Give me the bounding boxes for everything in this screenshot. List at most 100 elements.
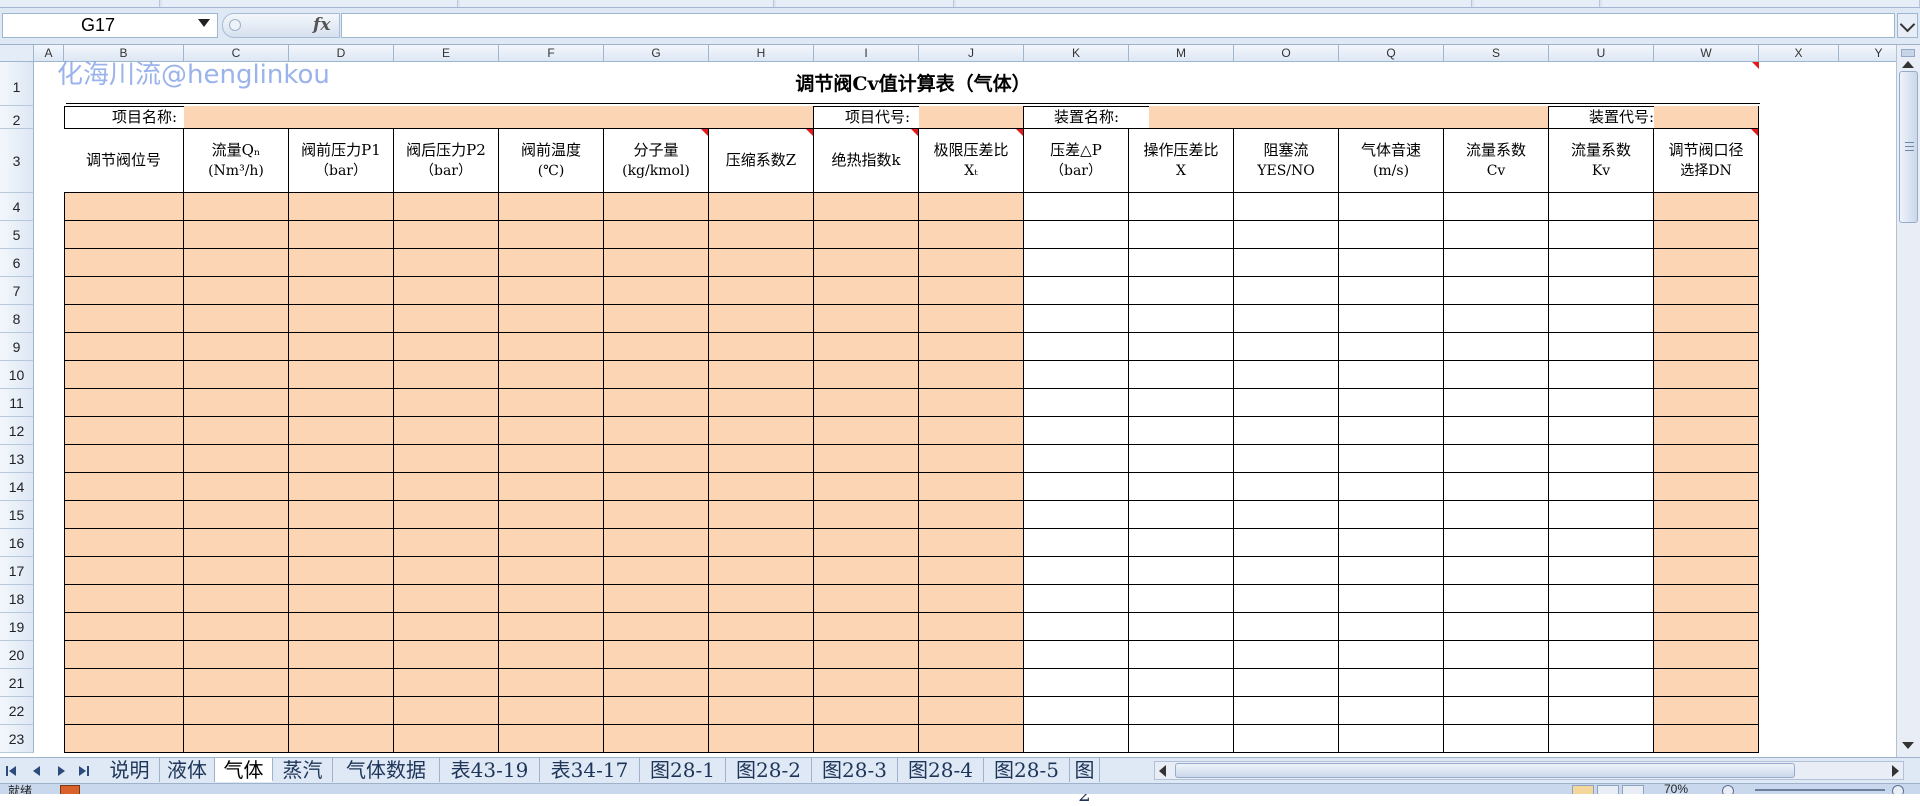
column-header-M[interactable]: M bbox=[1129, 45, 1234, 62]
table-cell[interactable] bbox=[1024, 305, 1129, 333]
table-cell[interactable] bbox=[289, 725, 394, 753]
table-cell[interactable] bbox=[709, 221, 814, 249]
table-cell[interactable] bbox=[499, 641, 604, 669]
table-cell[interactable] bbox=[289, 417, 394, 445]
table-cell[interactable] bbox=[1024, 333, 1129, 361]
column-header-I[interactable]: I bbox=[814, 45, 919, 62]
table-cell[interactable] bbox=[604, 529, 709, 557]
table-cell[interactable] bbox=[1024, 445, 1129, 473]
select-all-corner[interactable] bbox=[0, 45, 34, 62]
scroll-up-icon[interactable] bbox=[1902, 61, 1914, 68]
table-cell[interactable] bbox=[919, 585, 1024, 613]
table-cell[interactable] bbox=[184, 529, 289, 557]
table-cell[interactable] bbox=[709, 445, 814, 473]
table-cell[interactable] bbox=[1549, 417, 1654, 445]
table-cell[interactable] bbox=[1339, 585, 1444, 613]
table-cell[interactable] bbox=[394, 389, 499, 417]
table-cell[interactable] bbox=[1129, 641, 1234, 669]
table-cell[interactable] bbox=[1654, 417, 1759, 445]
table-cell[interactable] bbox=[919, 333, 1024, 361]
table-cell[interactable] bbox=[499, 277, 604, 305]
table-cell[interactable] bbox=[64, 725, 184, 753]
table-cell[interactable] bbox=[709, 389, 814, 417]
row-header-23[interactable]: 23 bbox=[0, 725, 34, 753]
table-cell[interactable] bbox=[64, 277, 184, 305]
table-cell[interactable] bbox=[919, 249, 1024, 277]
row-header-10[interactable]: 10 bbox=[0, 361, 34, 389]
row-header-17[interactable]: 17 bbox=[0, 557, 34, 585]
table-cell[interactable] bbox=[499, 221, 604, 249]
table-cell[interactable] bbox=[1234, 305, 1339, 333]
table-cell[interactable] bbox=[1444, 725, 1549, 753]
table-cell[interactable] bbox=[919, 557, 1024, 585]
table-cell[interactable] bbox=[814, 361, 919, 389]
table-cell[interactable] bbox=[919, 669, 1024, 697]
handle-icon[interactable] bbox=[229, 19, 241, 31]
table-cell[interactable] bbox=[604, 305, 709, 333]
zoom-slider[interactable] bbox=[1755, 789, 1885, 791]
table-cell[interactable] bbox=[1549, 193, 1654, 221]
table-cell[interactable] bbox=[1654, 613, 1759, 641]
table-cell[interactable] bbox=[1549, 529, 1654, 557]
table-cell[interactable] bbox=[604, 389, 709, 417]
project-code-field[interactable] bbox=[919, 106, 1024, 129]
table-cell[interactable] bbox=[1129, 361, 1234, 389]
table-cell[interactable] bbox=[1024, 697, 1129, 725]
table-cell[interactable] bbox=[394, 641, 499, 669]
table-cell[interactable] bbox=[289, 221, 394, 249]
table-cell[interactable] bbox=[604, 557, 709, 585]
sheet-tab[interactable]: 图28-2 bbox=[726, 758, 812, 782]
table-cell[interactable] bbox=[709, 501, 814, 529]
zoom-level[interactable]: 70% bbox=[1664, 784, 1688, 794]
table-cell[interactable] bbox=[184, 221, 289, 249]
table-cell[interactable] bbox=[709, 193, 814, 221]
table-cell[interactable] bbox=[1024, 641, 1129, 669]
sheet-tab[interactable]: 表34-17 bbox=[540, 758, 640, 782]
row-header-14[interactable]: 14 bbox=[0, 473, 34, 501]
zoom-in-icon[interactable] bbox=[1892, 785, 1904, 794]
column-title[interactable]: 分子量 (kg/kmol) bbox=[604, 129, 709, 193]
table-cell[interactable] bbox=[394, 221, 499, 249]
table-cell[interactable] bbox=[814, 249, 919, 277]
table-cell[interactable] bbox=[1129, 389, 1234, 417]
table-cell[interactable] bbox=[184, 361, 289, 389]
sheet-tab[interactable]: 液体 bbox=[160, 758, 215, 782]
table-cell[interactable] bbox=[814, 641, 919, 669]
table-cell[interactable] bbox=[64, 669, 184, 697]
table-cell[interactable] bbox=[64, 473, 184, 501]
table-cell[interactable] bbox=[1234, 221, 1339, 249]
table-cell[interactable] bbox=[1339, 361, 1444, 389]
table-cell[interactable] bbox=[394, 613, 499, 641]
column-header-X[interactable]: X bbox=[1759, 45, 1839, 62]
table-cell[interactable] bbox=[289, 361, 394, 389]
table-cell[interactable] bbox=[1444, 585, 1549, 613]
table-cell[interactable] bbox=[814, 277, 919, 305]
table-cell[interactable] bbox=[814, 221, 919, 249]
vertical-scrollbar[interactable] bbox=[1896, 45, 1920, 757]
table-cell[interactable] bbox=[709, 305, 814, 333]
table-cell[interactable] bbox=[1549, 445, 1654, 473]
prev-sheet-button[interactable] bbox=[30, 764, 44, 778]
table-cell[interactable] bbox=[1234, 641, 1339, 669]
column-title[interactable]: 极限压差比 Xₜ bbox=[919, 129, 1024, 193]
table-cell[interactable] bbox=[289, 529, 394, 557]
table-cell[interactable] bbox=[1654, 445, 1759, 473]
table-cell[interactable] bbox=[604, 193, 709, 221]
table-cell[interactable] bbox=[1339, 305, 1444, 333]
table-cell[interactable] bbox=[499, 193, 604, 221]
scroll-left-icon[interactable] bbox=[1159, 765, 1166, 777]
column-title[interactable]: 绝热指数k bbox=[814, 129, 919, 193]
table-cell[interactable] bbox=[1024, 361, 1129, 389]
table-cell[interactable] bbox=[64, 641, 184, 669]
table-cell[interactable] bbox=[1549, 389, 1654, 417]
table-cell[interactable] bbox=[1024, 221, 1129, 249]
sheet-tab[interactable]: 图28-1 bbox=[640, 758, 726, 782]
column-header-Y[interactable]: Y bbox=[1839, 45, 1896, 62]
table-cell[interactable] bbox=[604, 221, 709, 249]
vertical-scroll-thumb[interactable] bbox=[1899, 71, 1918, 223]
table-cell[interactable] bbox=[289, 305, 394, 333]
table-cell[interactable] bbox=[1654, 585, 1759, 613]
table-cell[interactable] bbox=[64, 529, 184, 557]
table-cell[interactable] bbox=[184, 613, 289, 641]
table-cell[interactable] bbox=[919, 501, 1024, 529]
